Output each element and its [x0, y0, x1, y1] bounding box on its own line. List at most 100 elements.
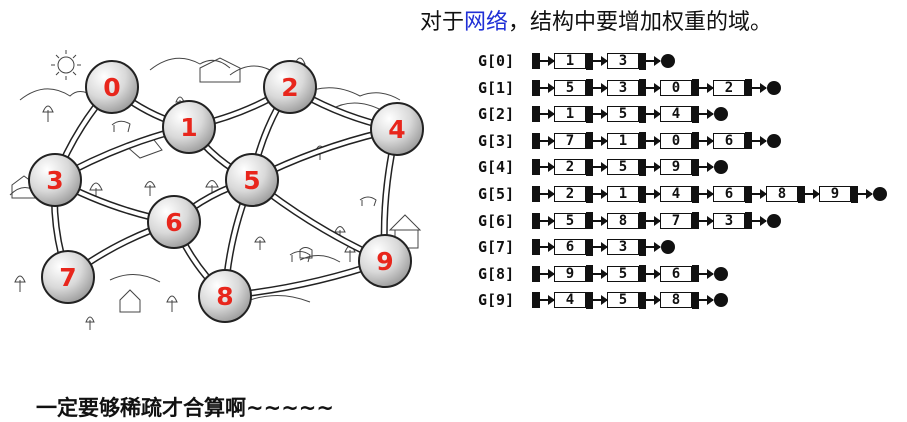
list-node: 3	[607, 238, 646, 256]
head-pointer-block	[532, 159, 540, 176]
list-node-pointer	[639, 105, 646, 123]
list-node: 5	[607, 158, 646, 176]
adjacency-row-7: G[7] 6 3	[478, 236, 675, 258]
pointer-arrow-icon	[593, 242, 608, 253]
list-node-value: 0	[660, 79, 692, 96]
adjacency-row-8: G[8] 9 5 6	[478, 263, 728, 285]
list-node: 5	[554, 79, 593, 97]
pointer-arrow-icon	[699, 189, 714, 199]
list-node: 6	[713, 185, 752, 203]
head-pointer-block	[532, 292, 540, 309]
list-node: 7	[554, 132, 593, 150]
list-node-value: 1	[554, 53, 586, 69]
list-node: 2	[554, 158, 593, 176]
list-node-value: 4	[554, 292, 586, 309]
adjacency-row-2: G[2] 1 5 4	[478, 103, 728, 125]
list-node: 1	[607, 185, 646, 203]
adjacency-row-1: G[1] 5 3 0 2	[478, 77, 781, 99]
list-node-value: 0	[660, 132, 692, 149]
list-node-pointer	[692, 185, 699, 203]
pointer-arrow-icon	[540, 268, 555, 279]
list-node: 9	[819, 185, 858, 203]
pointer-arrow-icon	[593, 295, 608, 306]
list-node-pointer	[586, 52, 593, 70]
title-suffix: ，结构中要增加权重的域。	[508, 10, 773, 35]
adjacency-row-4: G[4] 2 5 9	[478, 156, 728, 178]
null-terminator-icon	[661, 54, 675, 68]
null-terminator-icon	[873, 187, 887, 201]
adjacency-row-label: G[4]	[478, 158, 515, 177]
adjacency-row-label: G[6]	[478, 211, 515, 230]
pointer-arrow-icon	[593, 215, 608, 226]
graph-node-2: 2	[263, 60, 317, 114]
head-pointer-block	[532, 106, 540, 123]
list-node-pointer	[639, 291, 646, 309]
list-node: 7	[660, 212, 699, 230]
list-node-pointer	[745, 212, 752, 230]
list-node-value: 9	[554, 265, 586, 282]
pointer-arrow-icon	[540, 242, 555, 253]
pointer-arrow-icon	[540, 56, 555, 66]
adjacency-row-label: G[1]	[478, 78, 515, 97]
adjacency-row-3: G[3] 7 1 0 6	[478, 130, 781, 152]
list-node: 1	[554, 52, 593, 70]
pointer-arrow-icon	[646, 242, 661, 253]
list-node-pointer	[692, 212, 699, 230]
graph-map: 0 1 2 3 4 5 6 7 8 9	[9, 50, 424, 330]
graph-node-label-0: 0	[103, 73, 120, 102]
pointer-arrow-icon	[540, 82, 555, 93]
list-node-pointer	[586, 79, 593, 97]
graph-node-4: 4	[370, 102, 424, 156]
list-node-value: 5	[554, 79, 586, 96]
graph-node-label-9: 9	[376, 247, 393, 276]
list-node-pointer	[586, 105, 593, 123]
list-node-pointer	[586, 238, 593, 256]
null-terminator-icon	[767, 80, 781, 95]
pointer-arrow-icon	[646, 162, 661, 173]
pointer-arrow-icon	[593, 162, 608, 173]
list-node-value: 9	[819, 186, 851, 202]
list-node: 5	[607, 291, 646, 309]
list-node-value: 8	[660, 292, 692, 309]
list-node-value: 2	[713, 79, 745, 96]
list-node-value: 9	[660, 159, 692, 176]
head-pointer-block	[532, 132, 540, 149]
pointer-arrow-icon	[593, 109, 608, 120]
adjacency-row-label: G[2]	[478, 105, 515, 124]
adjacency-row-label: G[5]	[478, 185, 515, 203]
pointer-arrow-icon	[593, 135, 608, 146]
list-node: 5	[554, 212, 593, 230]
list-node-value: 5	[607, 292, 639, 309]
list-node-value: 5	[554, 212, 586, 229]
list-node-pointer	[586, 185, 593, 203]
pointer-arrow-icon	[646, 82, 661, 93]
sun-icon	[51, 50, 81, 80]
pointer-arrow-icon	[646, 295, 661, 306]
list-node: 0	[660, 132, 699, 150]
list-node-pointer	[692, 105, 699, 123]
list-node-pointer	[692, 158, 699, 176]
list-node-pointer	[745, 185, 752, 203]
list-node-pointer	[639, 185, 646, 203]
list-node-pointer	[692, 265, 699, 283]
list-node: 1	[554, 105, 593, 123]
list-node-value: 7	[554, 132, 586, 149]
list-node-pointer	[586, 132, 593, 150]
head-pointer-block	[532, 53, 540, 69]
list-node-pointer	[639, 79, 646, 97]
list-node-pointer	[639, 212, 646, 230]
adjacency-row-label: G[3]	[478, 131, 515, 150]
pointer-arrow-icon	[540, 135, 555, 146]
list-node-value: 1	[607, 186, 639, 202]
list-node: 5	[607, 105, 646, 123]
list-node-value: 3	[607, 53, 639, 69]
list-node-pointer	[639, 265, 646, 283]
graph-node-0: 0	[85, 60, 139, 114]
list-node: 8	[660, 291, 699, 309]
list-node-pointer	[586, 291, 593, 309]
list-node: 9	[660, 158, 699, 176]
pointer-arrow-icon	[752, 82, 767, 93]
list-node: 1	[607, 132, 646, 150]
pointer-arrow-icon	[593, 82, 608, 93]
pointer-arrow-icon	[593, 56, 608, 66]
